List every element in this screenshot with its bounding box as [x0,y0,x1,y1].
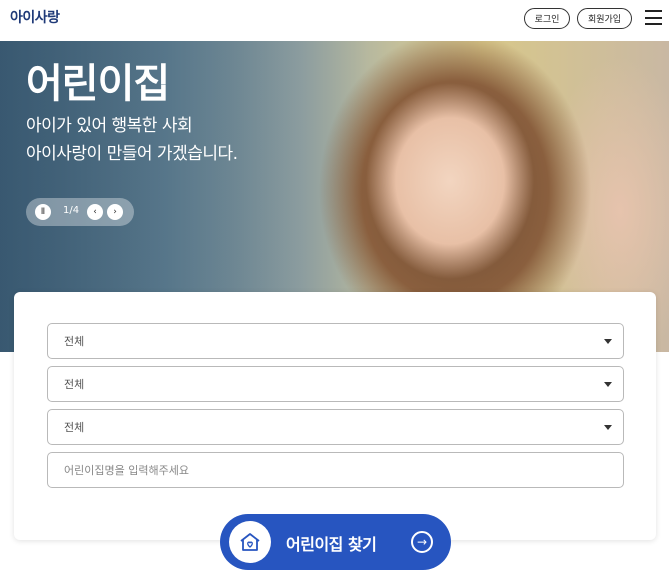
type-select-value: 전체 [64,421,85,434]
slider-controls: Ⅱ 1/4 ‹ › [26,198,134,226]
signup-button[interactable]: 회원가입 [577,8,632,29]
region-select[interactable]: 전체 [47,323,624,359]
login-button[interactable]: 로그인 [524,8,570,29]
find-daycare-label: 어린이집 찾기 [286,535,377,554]
search-card: 전체 전체 전체 [14,292,656,540]
house-heart-icon [229,521,271,563]
house-heart-icon-svg [240,533,260,551]
district-select[interactable]: 전체 [47,366,624,402]
slide-pager: 1/4 [63,205,80,216]
daycare-name-input[interactable] [64,463,604,477]
menu-bar [645,16,662,19]
menu-bar [645,10,662,12]
chevron-left-icon[interactable]: ‹ [87,204,103,220]
hero-subtitle-line2: 아이사랑이 만들어 가겠습니다. [26,144,238,164]
type-select[interactable]: 전체 [47,409,624,445]
arrow-right-icon: → [411,531,433,553]
chevron-down-icon [604,339,612,344]
chevron-down-icon [604,425,612,430]
header: 아이사랑 로그인 회원가입 [0,0,669,41]
hero-title: 어린이집 [26,61,170,107]
pause-icon[interactable]: Ⅱ [35,204,51,220]
menu-bar [645,23,662,25]
site-logo[interactable]: 아이사랑 [10,7,60,27]
daycare-name-field[interactable] [47,452,624,488]
hero-subtitle-line1: 아이가 있어 행복한 사회 [26,116,193,136]
hamburger-menu-icon[interactable] [645,10,662,25]
district-select-value: 전체 [64,378,85,391]
chevron-down-icon [604,382,612,387]
region-select-value: 전체 [64,335,85,348]
find-daycare-button[interactable]: 어린이집 찾기 → [220,514,451,570]
chevron-right-icon[interactable]: › [107,204,123,220]
